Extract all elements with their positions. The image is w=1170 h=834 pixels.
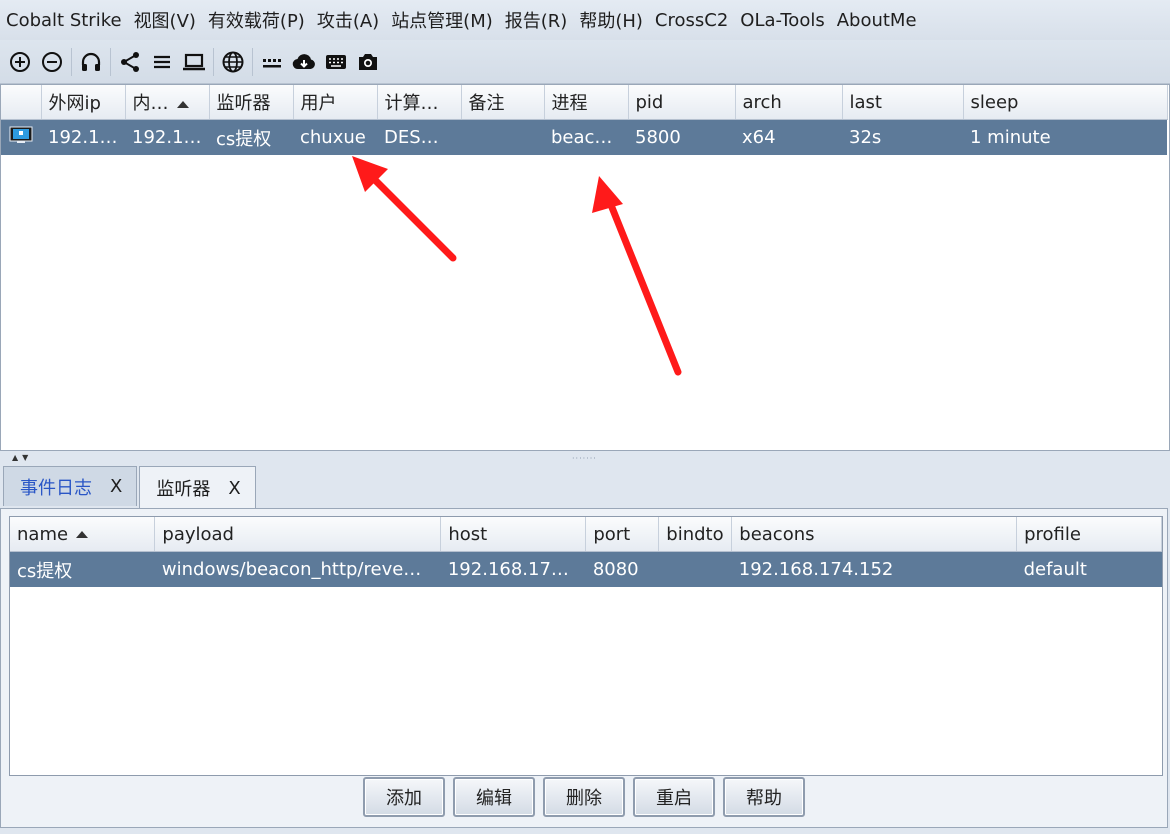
menu-cobalt-strike[interactable]: Cobalt Strike: [0, 10, 128, 31]
menu-ola-tools[interactable]: OLa-Tools: [734, 10, 830, 31]
session-pid: 5800: [628, 119, 735, 155]
menu-reporting[interactable]: 报告(R): [499, 7, 574, 33]
listener-profile: default: [1016, 551, 1162, 587]
listeners-table[interactable]: name payload host port bindto beacons pr…: [9, 516, 1163, 776]
col-icon[interactable]: [1, 85, 42, 120]
sort-ascending-icon: [76, 531, 89, 538]
col-external-ip[interactable]: 外网ip: [41, 85, 126, 120]
session-internal-ip: 192.1…: [125, 119, 209, 155]
keyboard-dots-icon[interactable]: [256, 46, 288, 78]
session-sleep: 1 minute: [963, 119, 1167, 155]
sort-ascending-icon: [176, 100, 189, 108]
session-computer: DES…: [377, 119, 461, 155]
session-process: beac…: [544, 119, 628, 155]
delete-button[interactable]: 删除: [543, 777, 625, 817]
sessions-grid: 外网ip 内… 监听器 用户 计算… 备注 进程 pid arch last s…: [1, 85, 1168, 155]
col-port[interactable]: port: [585, 517, 660, 552]
cloud-download-icon[interactable]: [288, 46, 320, 78]
session-row[interactable]: 192.1… 192.1… cs提权 chuxue DES… beac… 580…: [1, 119, 1167, 155]
menu-crossc2[interactable]: CrossC2: [649, 10, 734, 31]
toolbar-separator: [252, 47, 253, 76]
tab-bar: 事件日志 X 监听器 X: [3, 466, 258, 509]
listener-host: 192.168.17…: [440, 551, 586, 587]
col-process[interactable]: 进程: [544, 85, 629, 120]
computer-session-icon: [9, 126, 33, 143]
session-last: 32s: [842, 119, 963, 155]
splitter-arrows-icon[interactable]: ▲▼: [12, 453, 32, 462]
col-user[interactable]: 用户: [293, 85, 378, 120]
col-note[interactable]: 备注: [461, 85, 545, 120]
share-icon[interactable]: [114, 46, 146, 78]
col-pid[interactable]: pid: [628, 85, 736, 120]
menu-attacks[interactable]: 攻击(A): [311, 7, 385, 33]
tab-event-log-label: 事件日志: [20, 477, 92, 499]
add-button[interactable]: 添加: [363, 777, 445, 817]
tab-close-icon[interactable]: X: [228, 478, 240, 499]
listeners-header-row: name payload host port bindto beacons pr…: [10, 517, 1162, 552]
listeners-grid: name payload host port bindto beacons pr…: [10, 517, 1162, 587]
session-listener: cs提权: [209, 119, 293, 155]
col-listener[interactable]: 监听器: [209, 85, 294, 120]
add-icon[interactable]: [4, 46, 36, 78]
sessions-table[interactable]: 外网ip 内… 监听器 用户 计算… 备注 进程 pid arch last s…: [0, 84, 1170, 451]
col-bindto[interactable]: bindto: [658, 517, 733, 552]
restart-button[interactable]: 重启: [633, 777, 715, 817]
listener-beacons: 192.168.174.152: [731, 551, 1017, 587]
listener-row[interactable]: cs提权 windows/beacon_http/reve… 192.168.1…: [10, 551, 1162, 587]
sessions-header-row: 外网ip 内… 监听器 用户 计算… 备注 进程 pid arch last s…: [1, 85, 1168, 120]
listener-name: cs提权: [10, 551, 155, 587]
listener-bindto: [658, 551, 732, 587]
pane-splitter[interactable]: ▲▼ ·······: [0, 451, 1170, 463]
listener-port: 8080: [585, 551, 659, 587]
headphones-icon[interactable]: [75, 46, 107, 78]
col-internal-ip[interactable]: 内…: [125, 85, 210, 120]
toolbar: [0, 40, 1170, 84]
menu-aboutme[interactable]: AboutMe: [831, 10, 923, 31]
toolbar-separator: [213, 47, 214, 76]
menu-payloads[interactable]: 有效载荷(P): [202, 7, 311, 33]
menu-view[interactable]: 视图(V): [128, 7, 202, 33]
tab-event-log[interactable]: 事件日志 X: [3, 466, 138, 506]
laptop-icon[interactable]: [178, 46, 210, 78]
toolbar-separator: [71, 47, 72, 76]
col-name[interactable]: name: [10, 517, 156, 552]
col-computer[interactable]: 计算…: [377, 85, 462, 120]
listener-payload: windows/beacon_http/reve…: [154, 551, 441, 587]
globe-icon[interactable]: [217, 46, 249, 78]
col-payload[interactable]: payload: [154, 517, 442, 552]
menu-bar: Cobalt Strike 视图(V) 有效载荷(P) 攻击(A) 站点管理(M…: [0, 0, 1170, 40]
col-internal-ip-label: 内…: [132, 93, 169, 114]
col-arch[interactable]: arch: [735, 85, 843, 120]
session-user: chuxue: [293, 119, 377, 155]
keyboard-icon[interactable]: [320, 46, 352, 78]
list-icon[interactable]: [146, 46, 178, 78]
remove-icon[interactable]: [36, 46, 68, 78]
session-note: [461, 119, 544, 155]
col-profile[interactable]: profile: [1016, 517, 1162, 552]
tab-close-icon[interactable]: X: [110, 476, 122, 497]
splitter-grip-icon[interactable]: ·······: [572, 454, 597, 463]
help-button[interactable]: 帮助: [723, 777, 805, 817]
col-host[interactable]: host: [440, 517, 587, 552]
menu-help[interactable]: 帮助(H): [573, 7, 649, 33]
edit-button[interactable]: 编辑: [453, 777, 535, 817]
col-last[interactable]: last: [842, 85, 964, 120]
session-external-ip: 192.1…: [41, 119, 125, 155]
listeners-panel: name payload host port bindto beacons pr…: [0, 508, 1168, 828]
session-status-cell: [1, 119, 41, 155]
menu-site-management[interactable]: 站点管理(M): [385, 7, 499, 33]
listener-actions: 添加 编辑 删除 重启 帮助: [1, 777, 1167, 817]
tab-listeners[interactable]: 监听器 X: [139, 466, 256, 509]
col-name-label: name: [17, 523, 69, 545]
session-arch: x64: [735, 119, 842, 155]
toolbar-separator: [110, 47, 111, 76]
col-sleep[interactable]: sleep: [963, 85, 1168, 120]
camera-icon[interactable]: [352, 46, 384, 78]
tab-listeners-label: 监听器: [156, 479, 211, 500]
col-beacons[interactable]: beacons: [731, 517, 1018, 552]
